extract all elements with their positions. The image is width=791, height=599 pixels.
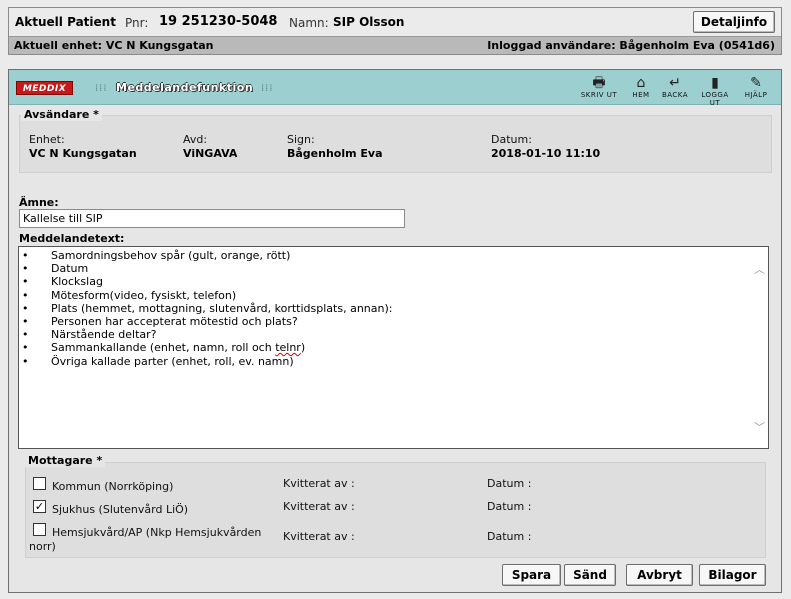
- scroll-up-icon[interactable]: ︿: [754, 261, 765, 277]
- message-line-text: Datum: [51, 262, 89, 275]
- back-arrow-icon: ↵: [669, 75, 681, 91]
- sender-legend: Avsändare *: [21, 108, 102, 121]
- pnr-label: Pnr:: [125, 16, 149, 30]
- bullet: •: [22, 249, 29, 262]
- recipient-checkbox-hemsjukvard[interactable]: [33, 523, 46, 536]
- message-line: • Klockslag: [22, 275, 103, 288]
- sender-date-value: 2018-01-10 11:10: [491, 147, 601, 160]
- bullet: •: [22, 275, 29, 288]
- message-line-text: Övriga kallade parter (enhet, roll, ev. …: [51, 355, 294, 368]
- bullet: •: [22, 262, 29, 275]
- misspelled-word: telnr: [275, 341, 301, 354]
- recipient-checkbox-kommun[interactable]: [33, 477, 46, 490]
- recipient-label-kommun: Kommun (Norrköping): [52, 480, 174, 493]
- detail-info-button[interactable]: Detaljinfo: [693, 11, 775, 33]
- subject-label: Ämne:: [19, 196, 59, 209]
- subject-input[interactable]: [19, 209, 405, 228]
- patient-header: Aktuell Patient Pnr: 19 251230-5048 Namn…: [8, 7, 782, 55]
- help-button[interactable]: ✎ HJÄLP: [738, 75, 774, 103]
- save-button[interactable]: Spara: [502, 564, 561, 586]
- message-function-panel: MEDDIX ⁞⁞⁞ Meddelandefunktion ⁞⁞⁞ 🖶 SKRI…: [8, 69, 782, 593]
- message-line-text: Klockslag: [51, 275, 103, 288]
- grip-dots-icon: ⁞⁞⁞: [261, 83, 274, 94]
- ack-date-label: Datum :: [487, 500, 532, 513]
- print-label: SKRIV UT: [580, 91, 618, 99]
- logout-button[interactable]: ▮ LOGGA UT: [695, 75, 735, 107]
- message-line-text: Mötesform(video, fysiskt, telefon): [51, 289, 237, 302]
- checkmark-icon: ✓: [34, 500, 45, 513]
- help-label: HJÄLP: [744, 91, 768, 99]
- message-line: • Personen har accepterat mötestid och pl…: [22, 315, 298, 328]
- message-line: • Mötesform(video, fysiskt, telefon): [22, 289, 236, 302]
- sender-sign-value: Bågenholm Eva: [287, 147, 383, 160]
- back-label: BACKA: [661, 91, 689, 99]
- message-textarea[interactable]: • Samordningsbehov spår (gult, orange, rö…: [18, 246, 769, 449]
- current-unit-text: Aktuell enhet: VC N Kungsgatan: [14, 39, 214, 52]
- message-line-text: Personen har accepterat mötestid och pla…: [51, 315, 298, 328]
- message-line-text: Sammankallande (enhet, namn, roll och: [51, 341, 276, 354]
- home-button[interactable]: ⌂ HEM: [626, 75, 656, 103]
- bullet: •: [22, 302, 29, 315]
- ack-date-label: Datum :: [487, 530, 532, 543]
- message-line-text: Samordningsbehov spår (gult, orange, röt…: [51, 249, 291, 262]
- send-button[interactable]: Sänd: [564, 564, 616, 586]
- back-button[interactable]: ↵ BACKA: [657, 75, 693, 103]
- message-line: • Samordningsbehov spår (gult, orange, rö…: [22, 249, 290, 262]
- cancel-button[interactable]: Avbryt: [626, 564, 693, 586]
- message-text-label: Meddelandetext:: [19, 232, 125, 245]
- ack-label: Kvitterat av :: [283, 500, 355, 513]
- sender-dept-value: ViNGAVA: [183, 147, 238, 160]
- logout-door-icon: ▮: [711, 75, 719, 91]
- recipient-label-hemsjukvard: Hemsjukvård/AP (Nkp Hemsjukvården: [52, 526, 262, 539]
- sender-sign-label: Sign:: [287, 133, 315, 146]
- message-line: • Närstående deltar?: [22, 328, 156, 341]
- grip-dots-icon: ⁞⁞⁞: [95, 83, 108, 94]
- sender-unit-label: Enhet:: [29, 133, 65, 146]
- name-label: Namn:: [289, 16, 329, 30]
- recipient-label-sjukhus: Sjukhus (Slutenvård LiÖ): [52, 503, 189, 516]
- patient-info-row: Aktuell Patient Pnr: 19 251230-5048 Namn…: [9, 8, 781, 36]
- module-titlebar: MEDDIX ⁞⁞⁞ Meddelandefunktion ⁞⁞⁞ 🖶 SKRI…: [9, 70, 781, 107]
- pnr-value: 19 251230-5048: [159, 14, 278, 29]
- recipient-checkbox-sjukhus[interactable]: ✓: [33, 500, 46, 513]
- logout-label: LOGGA UT: [701, 91, 729, 107]
- ack-label: Kvitterat av :: [283, 477, 355, 490]
- message-line: • Datum: [22, 262, 88, 275]
- message-line-text: ): [300, 341, 306, 354]
- message-line-text: Plats (hemmet, mottagning, slutenvård, k…: [51, 302, 393, 315]
- bullet: •: [22, 289, 29, 302]
- message-line: • Sammankallande (enhet, namn, roll och t…: [22, 341, 305, 354]
- message-line: • Plats (hemmet, mottagning, slutenvård, …: [22, 302, 392, 315]
- message-line: • Övriga kallade parter (enhet, roll, ev.…: [22, 355, 294, 368]
- help-book-icon: ✎: [750, 75, 762, 91]
- name-value: SIP Olsson: [333, 15, 405, 29]
- message-line-text: Närstående deltar?: [51, 328, 157, 341]
- sender-dept-label: Avd:: [183, 133, 208, 146]
- bullet: •: [22, 315, 29, 328]
- sender-date-label: Datum:: [491, 133, 532, 146]
- print-button[interactable]: 🖶 SKRIV UT: [576, 75, 622, 103]
- session-info-row: Aktuell enhet: VC N Kungsgatan Inloggad …: [9, 36, 781, 54]
- meddix-logo: MEDDIX: [16, 81, 73, 95]
- home-icon: ⌂: [636, 75, 646, 91]
- scroll-down-icon[interactable]: ﹀: [754, 419, 765, 435]
- home-label: HEM: [632, 91, 650, 99]
- recipient-label-hemsjukvard-cont: norr): [29, 540, 56, 553]
- patient-title: Aktuell Patient: [15, 15, 116, 29]
- sender-unit-value: VC N Kungsgatan: [29, 147, 137, 160]
- sender-group: [19, 115, 772, 173]
- attachments-button[interactable]: Bilagor: [699, 564, 766, 586]
- printer-icon: 🖶: [592, 75, 606, 91]
- ack-date-label: Datum :: [487, 477, 532, 490]
- bullet: •: [22, 328, 29, 341]
- recipients-legend: Mottagare *: [25, 454, 106, 467]
- ack-label: Kvitterat av :: [283, 530, 355, 543]
- bullet: •: [22, 341, 29, 354]
- logged-in-user-text: Inloggad användare: Bågenholm Eva (0541d…: [487, 39, 775, 52]
- module-title: Meddelandefunktion: [116, 81, 254, 94]
- bullet: •: [22, 355, 29, 368]
